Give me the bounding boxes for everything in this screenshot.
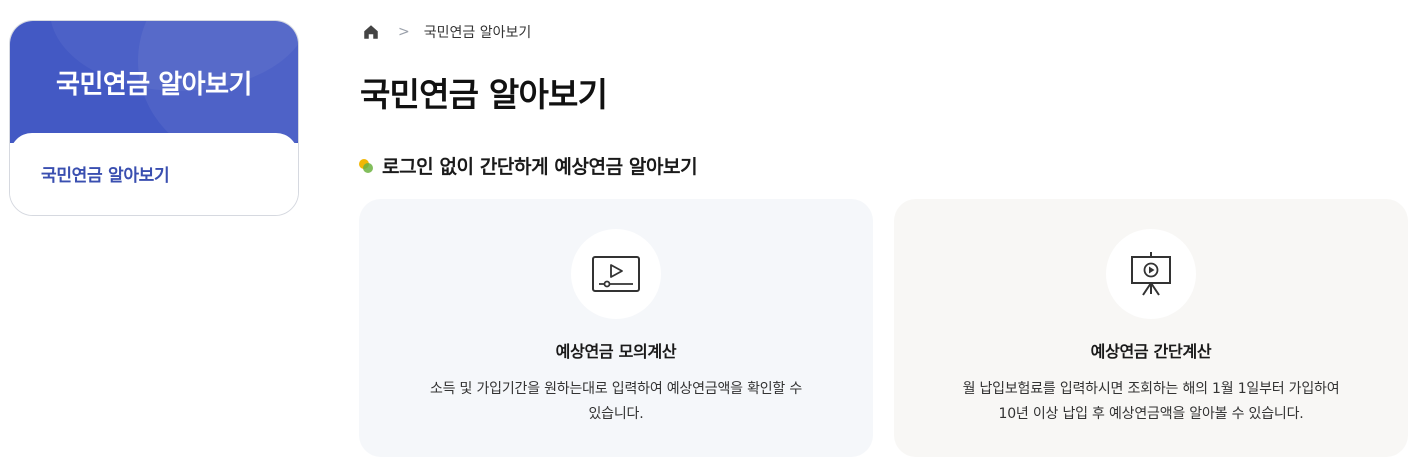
icon-circle xyxy=(571,229,661,319)
card-description-line: 있습니다. xyxy=(588,406,644,422)
sidebar-title: 국민연금 알아보기 xyxy=(56,69,252,100)
breadcrumb: > 국민연금 알아보기 xyxy=(362,22,531,42)
section-heading: 로그인 없이 간단하게 예상연금 알아보기 xyxy=(358,152,698,179)
simulation-calc-card[interactable]: 예상연금 모의계산 소득 및 가입기간을 원하는대로 입력하여 예상연금액을 확… xyxy=(359,199,873,457)
card-description-line: 월 납입보험료를 입력하시면 조회하는 해의 1월 1일부터 가입하여 xyxy=(962,381,1340,397)
card-description: 월 납입보험료를 입력하시면 조회하는 해의 1월 1일부터 가입하여 10년 … xyxy=(924,377,1378,427)
breadcrumb-separator: > xyxy=(398,24,410,40)
sidebar-menu: 국민연금 알아보기 xyxy=(10,133,298,215)
card-description-line: 소득 및 가입기간을 원하는대로 입력하여 예상연금액을 확인할 수 xyxy=(429,381,803,397)
colored-dot-icon xyxy=(359,158,373,173)
icon-circle xyxy=(1106,229,1196,319)
sidebar-header: 국민연금 알아보기 xyxy=(10,21,298,143)
video-player-icon xyxy=(592,256,640,292)
card-title: 예상연금 모의계산 xyxy=(555,342,677,361)
sidebar-item-pension-overview[interactable]: 국민연금 알아보기 xyxy=(41,161,298,186)
breadcrumb-current[interactable]: 국민연금 알아보기 xyxy=(424,22,532,42)
card-description-line: 10년 이상 납입 후 예상연금액을 알아볼 수 있습니다. xyxy=(998,406,1304,422)
simple-calc-card[interactable]: 예상연금 간단계산 월 납입보험료를 입력하시면 조회하는 해의 1월 1일부터… xyxy=(894,199,1408,457)
home-icon[interactable] xyxy=(362,23,380,41)
section-title: 로그인 없이 간단하게 예상연금 알아보기 xyxy=(382,156,698,178)
sidebar: 국민연금 알아보기 국민연금 알아보기 xyxy=(9,20,299,216)
presentation-board-icon xyxy=(1131,252,1171,296)
card-title: 예상연금 간단계산 xyxy=(1090,342,1212,361)
page-title: 국민연금 알아보기 xyxy=(360,75,608,114)
card-description: 소득 및 가입기간을 원하는대로 입력하여 예상연금액을 확인할 수 있습니다. xyxy=(389,377,843,427)
